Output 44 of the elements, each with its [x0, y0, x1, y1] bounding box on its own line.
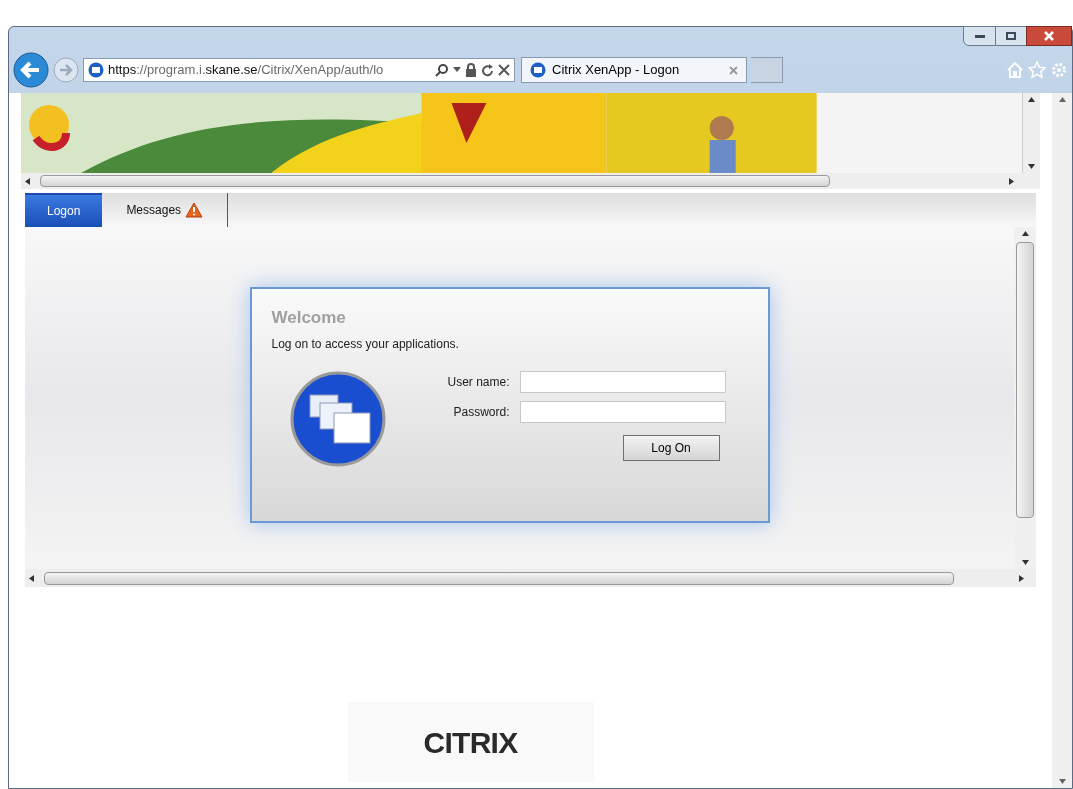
left-arrow-icon[interactable]: [29, 574, 34, 582]
page-scrollbar[interactable]: [1052, 93, 1072, 788]
field-label: Password:: [452, 403, 510, 421]
search-icon[interactable]: [435, 63, 449, 77]
horizontal-scrollbar[interactable]: [21, 173, 1040, 189]
back-icon[interactable]: [13, 52, 49, 88]
lock-icon[interactable]: [465, 63, 477, 77]
field-label: User name:: [446, 373, 510, 391]
star-icon[interactable]: [1028, 61, 1046, 79]
caret-icon[interactable]: [453, 67, 461, 73]
page-icon: [530, 62, 546, 78]
vertical-scrollbar[interactable]: [1014, 227, 1036, 569]
down-arrow-icon[interactable]: [1058, 779, 1066, 784]
input-field[interactable]: [519, 370, 726, 393]
scroll-thumb[interactable]: [40, 175, 830, 187]
down-arrow-icon[interactable]: [1021, 560, 1029, 565]
input-field[interactable]: [519, 400, 726, 423]
scroll-thumb[interactable]: [44, 571, 954, 585]
refresh-icon[interactable]: [481, 63, 494, 77]
page-tab[interactable]: Logon: [25, 193, 103, 227]
vertical-scrollbar[interactable]: [1022, 93, 1040, 173]
horizontal-scrollbar[interactable]: [25, 569, 1036, 587]
minimize-button[interactable]: [963, 26, 996, 46]
log-on-button[interactable]: Log On: [622, 434, 720, 461]
scroll-thumb[interactable]: [1016, 242, 1034, 518]
address-bar[interactable]: https://program.i.skane.se/Citrix/XenApp/auth/lo: [83, 58, 515, 82]
close-icon[interactable]: [498, 64, 510, 76]
page-icon: [88, 62, 104, 78]
up-arrow-icon[interactable]: [1028, 97, 1035, 102]
dialog-title: Welcome: [271, 307, 347, 329]
down-arrow-icon[interactable]: [1028, 164, 1035, 169]
citrix-logo: CITRIX: [423, 724, 518, 761]
dialog-subtitle: Log on to access your applications.: [271, 335, 460, 353]
close-button[interactable]: [1026, 26, 1072, 46]
url-text: https://program.i.skane.se/Citrix/XenApp/auth/lo: [108, 61, 384, 80]
maximize-button[interactable]: [996, 26, 1026, 46]
browser-tab[interactable]: Citrix XenApp - Logon: [521, 57, 747, 83]
right-arrow-icon[interactable]: [1019, 574, 1024, 582]
left-arrow-icon[interactable]: [25, 177, 30, 185]
windows-icon: [289, 370, 386, 467]
up-arrow-icon[interactable]: [1021, 231, 1029, 236]
right-arrow-icon[interactable]: [1009, 177, 1014, 185]
up-arrow-icon[interactable]: [1058, 97, 1066, 102]
close-icon: [1044, 31, 1054, 41]
